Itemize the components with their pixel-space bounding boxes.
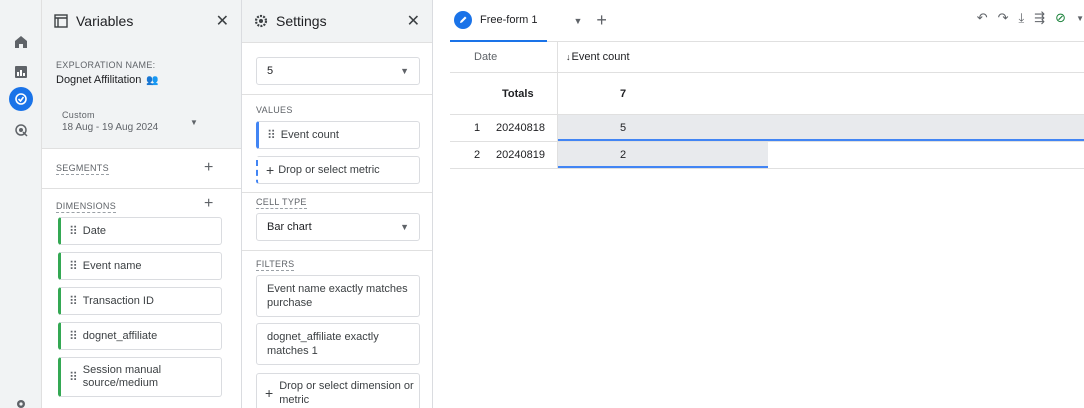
rows-value: 5 [267, 65, 274, 77]
exploration-name-label: EXPLORATION NAME: [56, 60, 156, 70]
drag-handle-icon[interactable]: ⠿ [69, 224, 78, 238]
drag-handle-icon[interactable]: ⠿ [69, 370, 78, 384]
dimension-header[interactable]: Date [450, 42, 558, 72]
date-preset: Custom [62, 110, 95, 120]
dimension-chip[interactable]: ⠿ Date [58, 217, 222, 245]
variables-header: Variables ✕ [42, 0, 241, 42]
rows-select[interactable]: 5 ▼ [256, 57, 420, 85]
dimension-label: Transaction ID [82, 295, 154, 307]
segments-label: SEGMENTS [56, 163, 109, 175]
totals-row: Totals 7 [450, 73, 1084, 115]
close-icon[interactable]: ✕ [216, 11, 229, 31]
reports-icon[interactable] [9, 60, 33, 84]
dimension-label: dognet_affiliate [82, 330, 158, 342]
insights-check-icon[interactable]: ⊘ [1055, 10, 1066, 26]
date-range: 18 Aug - 19 Aug 2024 [62, 122, 159, 133]
filters-label: FILTERS [256, 259, 295, 271]
tab-label: Free-form 1 [480, 13, 538, 26]
variables-title: Variables [76, 13, 134, 29]
drag-handle-icon[interactable]: ⠿ [267, 128, 276, 142]
close-icon[interactable]: ✕ [407, 11, 420, 31]
settings-gear-icon [254, 14, 268, 28]
cell-type-select[interactable]: Bar chart ▼ [256, 213, 420, 241]
dimension-chip[interactable]: ⠿ Session manual source/medium [58, 357, 222, 397]
drag-handle-icon[interactable]: ⠿ [69, 329, 78, 343]
drop-filter-label: Drop or select dimension or metric [279, 380, 414, 406]
totals-value: 7 [620, 87, 627, 100]
sort-arrow-icon[interactable]: ↓ [566, 52, 571, 62]
values-label: VALUES [256, 105, 293, 115]
home-icon[interactable] [9, 30, 33, 54]
download-icon[interactable]: ⤓ [1019, 10, 1025, 26]
filter-chip[interactable]: Event name exactly matches purchase [256, 275, 420, 317]
settings-title: Settings [276, 13, 327, 29]
tab-menu-chevron-icon[interactable]: ▼ [573, 16, 582, 26]
metric-header-label: Event count [571, 51, 630, 63]
drag-handle-icon[interactable]: ⠿ [69, 259, 78, 273]
settings-header: Settings ✕ [242, 0, 432, 42]
add-tab-button[interactable]: + [596, 10, 607, 31]
dimension-chip[interactable]: ⠿ dognet_affiliate [58, 322, 222, 350]
table-header: Date ↓ Event count [450, 42, 1084, 73]
dimension-label: Event name [82, 260, 142, 272]
toolbar: ↶ ↷ ⤓ ⇶ ⊘ ▼ [977, 10, 1084, 26]
dimension-label: Session manual source/medium [82, 364, 162, 389]
metric-header[interactable]: ↓ Event count [558, 42, 1084, 72]
drop-filter-target[interactable]: + Drop or select dimension or metric [256, 373, 420, 408]
cell-type-value: Bar chart [267, 221, 312, 233]
add-segment-button[interactable]: + [204, 159, 213, 177]
explore-icon[interactable] [9, 87, 33, 111]
chevron-down-icon: ▼ [400, 66, 409, 76]
plus-icon: + [266, 162, 275, 178]
event-count-value: 5 [620, 122, 627, 134]
date-cell: 1 20240818 [450, 115, 558, 141]
dimensions-label: DIMENSIONS [56, 201, 117, 213]
chevron-down-icon: ▼ [190, 118, 198, 127]
variables-panel: Variables ✕ EXPLORATION NAME: Dognet Aff… [42, 0, 242, 408]
redo-icon[interactable]: ↷ [998, 10, 1009, 26]
table-row[interactable]: 1 20240818 5 [450, 115, 1084, 142]
shared-people-icon: 👥 [146, 74, 159, 86]
exploration-canvas: Free-form 1 ▼ + ↶ ↷ ⤓ ⇶ ⊘ ▼ Date ↓ Event… [450, 0, 1084, 408]
cell-type-label: CELL TYPE [256, 197, 307, 209]
drop-metric-target[interactable]: + Drop or select metric [256, 156, 420, 184]
filter-chip[interactable]: dognet_affiliate exactly matches 1 [256, 323, 420, 365]
drop-metric-label: Drop or select metric [278, 164, 380, 176]
chevron-down-icon[interactable]: ▼ [1076, 14, 1084, 23]
plus-icon: + [265, 385, 274, 401]
nav-rail [0, 0, 42, 408]
pencil-icon [454, 10, 472, 29]
totals-label: Totals [450, 73, 558, 114]
settings-panel: Settings ✕ 5 ▼ VALUES ⠿ Event count + Drop… [242, 0, 433, 408]
tab-bar: Free-form 1 ▼ + ↶ ↷ ⤓ ⇶ ⊘ ▼ [450, 0, 1084, 42]
undo-icon[interactable]: ↶ [977, 10, 988, 26]
drag-handle-icon[interactable]: ⠿ [69, 294, 78, 308]
filter-label: dognet_affiliate exactly matches 1 [267, 331, 379, 357]
share-icon[interactable]: ⇶ [1034, 10, 1045, 26]
table-row[interactable]: 2 20240819 2 [450, 142, 1084, 169]
filter-label: Event name exactly matches purchase [267, 283, 408, 309]
date-value: 20240818 [496, 122, 545, 134]
metric-label: Event count [280, 129, 339, 141]
date-cell: 2 20240819 [450, 142, 558, 168]
row-number: 1 [474, 122, 481, 134]
advertising-icon[interactable] [9, 118, 33, 142]
dimension-label: Date [82, 225, 107, 237]
dimension-chip[interactable]: ⠿ Event name [58, 252, 222, 280]
admin-gear-icon[interactable] [9, 392, 33, 408]
row-number: 2 [474, 149, 481, 161]
add-dimension-button[interactable]: + [204, 195, 213, 213]
tab-free-form[interactable]: Free-form 1 [450, 0, 548, 42]
variables-icon [54, 14, 68, 28]
exploration-name[interactable]: Dognet Affilitation [56, 74, 141, 86]
metric-chip[interactable]: ⠿ Event count [256, 121, 420, 149]
date-value: 20240819 [496, 149, 545, 161]
date-range-picker[interactable]: Custom 18 Aug - 19 Aug 2024 ▼ [42, 96, 241, 146]
dimension-chip[interactable]: ⠿ Transaction ID [58, 287, 222, 315]
data-table: Date ↓ Event count Totals 7 1 20240818 5 2 2… [450, 42, 1084, 169]
event-count-value: 2 [620, 149, 627, 161]
chevron-down-icon: ▼ [400, 222, 409, 232]
